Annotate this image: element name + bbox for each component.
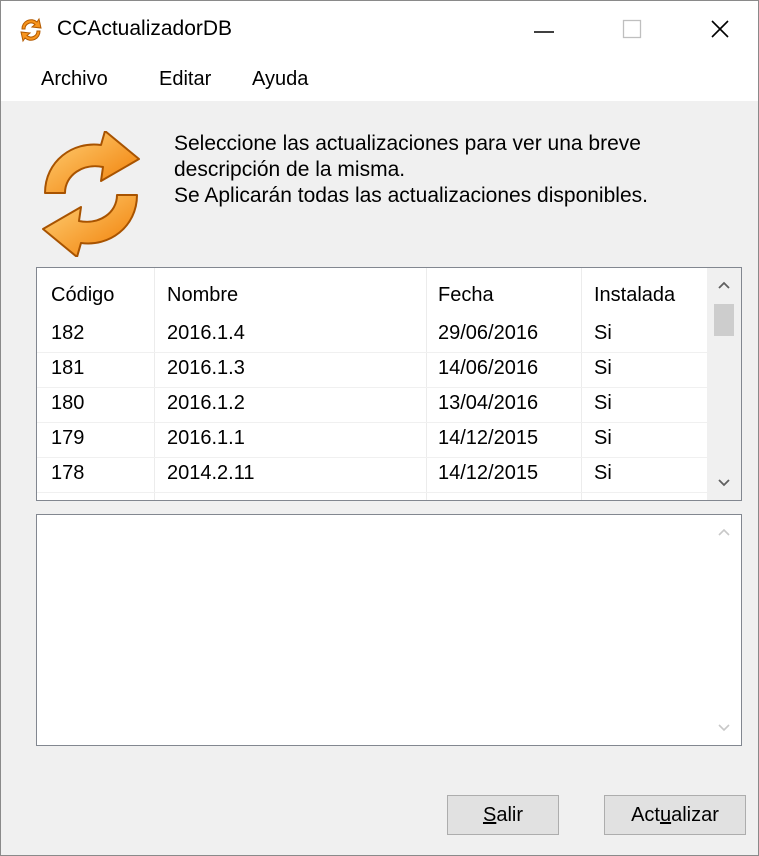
cell-nombre: 2016.1.1 xyxy=(167,427,245,449)
minimize-button[interactable] xyxy=(508,1,580,57)
list-scrollbar[interactable] xyxy=(707,268,741,500)
cell-nombre: 2016.1.3 xyxy=(167,357,245,379)
scroll-up-button[interactable] xyxy=(707,515,741,549)
column-header-codigo[interactable]: Código xyxy=(51,284,114,307)
scroll-thumb[interactable] xyxy=(714,304,734,336)
chevron-down-icon xyxy=(718,479,730,487)
cell-fecha: 14/06/2016 xyxy=(438,357,539,379)
column-header-instalada[interactable]: Instalada xyxy=(594,284,675,307)
update-label-pre: Act xyxy=(631,803,660,826)
cell-codigo: 179 xyxy=(51,427,85,449)
table-row[interactable]: 179 2016.1.1 14/12/2015 Si xyxy=(37,423,709,457)
table-row[interactable]: 178 2014.2.11 14/12/2015 Si xyxy=(37,458,709,492)
exit-label-post: alir xyxy=(496,803,523,826)
cell-fecha: 29/06/2016 xyxy=(438,322,539,344)
info-text: Seleccione las actualizaciones para ver … xyxy=(174,131,648,209)
column-header-nombre[interactable]: Nombre xyxy=(167,284,238,307)
scroll-up-button[interactable] xyxy=(707,268,741,302)
close-button[interactable] xyxy=(684,1,756,57)
updates-list[interactable]: Código Nombre Fecha Instalada 182 2016.1… xyxy=(36,267,742,501)
close-icon xyxy=(711,20,729,38)
cell-codigo: 180 xyxy=(51,392,85,414)
maximize-icon xyxy=(622,19,642,39)
exit-label-accel: S xyxy=(482,803,497,826)
cell-codigo: 182 xyxy=(51,322,85,344)
refresh-arrows-icon xyxy=(20,17,42,43)
update-description-box[interactable] xyxy=(36,514,742,746)
cell-codigo: 181 xyxy=(51,357,85,379)
title-bar[interactable]: CCActualizadorDB xyxy=(1,1,758,57)
chevron-down-icon xyxy=(718,724,730,732)
cell-nombre: 2016.1.2 xyxy=(167,392,245,414)
maximize-button[interactable] xyxy=(596,1,668,57)
info-line-1: Seleccione las actualizaciones para ver … xyxy=(174,132,641,155)
update-label-post: alizar xyxy=(671,803,719,826)
table-row[interactable]: 180 2016.1.2 13/04/2016 Si xyxy=(37,388,709,422)
update-button[interactable]: Act u alizar xyxy=(604,795,746,835)
scroll-down-button[interactable] xyxy=(707,466,741,500)
chevron-up-icon xyxy=(718,528,730,536)
column-header-fecha[interactable]: Fecha xyxy=(438,284,494,307)
window-title: CCActualizadorDB xyxy=(57,17,233,40)
info-line-2: descripción de la misma. xyxy=(174,158,406,181)
cell-fecha: 13/04/2016 xyxy=(438,392,539,414)
refresh-arrows-icon xyxy=(42,131,140,257)
info-line-3: Se Aplicarán todas las actualizaciones d… xyxy=(174,184,648,207)
cell-instalada: Si xyxy=(594,462,612,484)
table-row[interactable]: 182 2016.1.4 29/06/2016 Si xyxy=(37,318,709,352)
update-label-accel: u xyxy=(659,803,672,826)
cell-instalada: Si xyxy=(594,427,612,449)
scroll-down-button[interactable] xyxy=(707,711,741,745)
minimize-icon xyxy=(534,31,554,33)
table-row[interactable]: 181 2016.1.3 14/06/2016 Si xyxy=(37,353,709,387)
cell-instalada: Si xyxy=(594,392,612,414)
description-scrollbar[interactable] xyxy=(707,515,741,745)
menu-bar: Archivo Editar Ayuda xyxy=(1,57,758,101)
menu-ayuda[interactable]: Ayuda xyxy=(252,68,308,91)
cell-instalada: Si xyxy=(594,357,612,379)
cell-instalada: Si xyxy=(594,322,612,344)
menu-editar[interactable]: Editar xyxy=(159,68,211,91)
cell-nombre: 2014.2.11 xyxy=(167,462,255,484)
cell-fecha: 14/12/2015 xyxy=(438,462,539,484)
chevron-up-icon xyxy=(718,281,730,289)
cell-codigo: 178 xyxy=(51,462,85,484)
exit-button[interactable]: Salir xyxy=(447,795,559,835)
menu-archivo[interactable]: Archivo xyxy=(41,68,108,91)
cell-nombre: 2016.1.4 xyxy=(167,322,245,344)
row-separator xyxy=(37,492,709,493)
cell-fecha: 14/12/2015 xyxy=(438,427,539,449)
app-window: CCActualizadorDB Archivo Editar Ayuda Se… xyxy=(0,0,759,856)
